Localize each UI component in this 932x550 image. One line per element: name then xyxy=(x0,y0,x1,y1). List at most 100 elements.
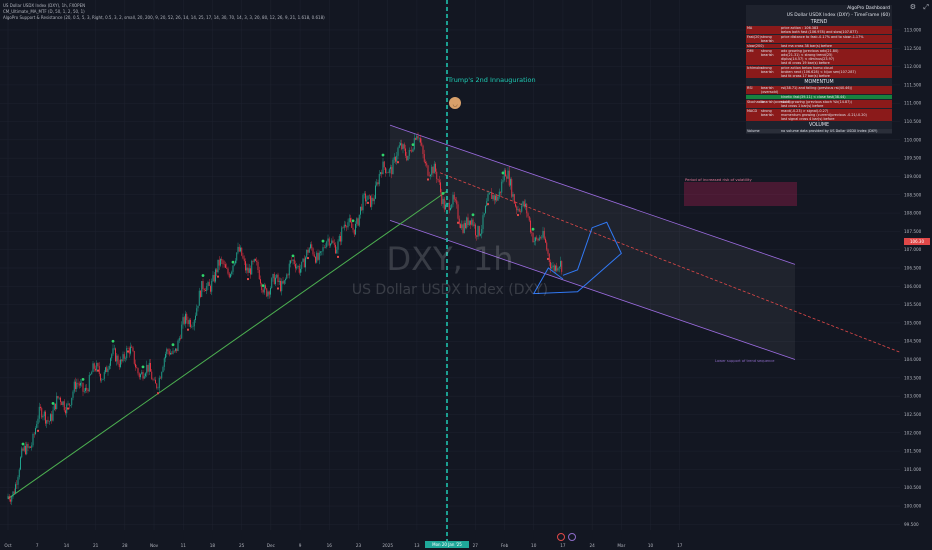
candle-body xyxy=(80,382,81,386)
candle-body xyxy=(528,216,530,221)
candle-body xyxy=(168,351,170,355)
candle-body xyxy=(65,410,66,414)
dashboard-cell: strong bearish xyxy=(761,66,774,74)
candle-body xyxy=(461,224,463,229)
candle-body xyxy=(172,350,174,354)
candle-body xyxy=(90,374,91,375)
time-tick-label: 10 xyxy=(531,543,537,548)
dashboard-cell: kinetic fast(39.11) < close fast(38.44) xyxy=(781,95,846,99)
candle-body xyxy=(148,362,150,372)
candle-body xyxy=(523,201,525,207)
candle-body xyxy=(32,433,34,446)
dashboard-title: AlgoPro Dashboard xyxy=(746,5,892,12)
candle-body xyxy=(521,205,523,212)
candle-body xyxy=(400,143,401,146)
candle-body xyxy=(17,477,19,485)
candle-body xyxy=(193,320,195,327)
candle-body xyxy=(27,443,29,448)
indicator-sr[interactable]: AlgoPro Support & Resistance (20, 0.5, 5… xyxy=(3,15,325,21)
candle-body xyxy=(343,224,345,228)
candle-body xyxy=(181,324,183,339)
candle-body xyxy=(20,457,21,470)
candle-body xyxy=(38,406,40,419)
dashboard-subtitle: US Dollar USDX Index (DXY) - TimeFrame (… xyxy=(746,12,892,19)
dashboard-cell: stoch growing (previous stoch %k(14.87))… xyxy=(781,100,852,108)
candle-body xyxy=(77,382,79,384)
dashboard-cell: macd(-0.23) > signal(-0.27) momentum gro… xyxy=(781,109,867,121)
replay-icon[interactable] xyxy=(557,533,565,541)
price-tick-label: 100.500 xyxy=(904,485,922,490)
candle-body xyxy=(495,195,496,201)
candle-body xyxy=(88,374,90,392)
candle-body xyxy=(175,348,176,351)
price-tick-label: 108.500 xyxy=(904,192,922,197)
fullscreen-icon[interactable]: ⤢ xyxy=(923,3,929,12)
pivot-low-marker xyxy=(367,201,369,204)
candle-body xyxy=(463,223,465,233)
time-tick-label: 27 xyxy=(473,543,479,548)
candle-body xyxy=(21,448,23,458)
time-tick-label: 17 xyxy=(677,543,683,548)
candle-body xyxy=(348,218,350,223)
candle-body xyxy=(516,206,518,211)
pivot-high-marker xyxy=(441,192,445,195)
candle-body xyxy=(452,194,454,205)
candle-body xyxy=(101,379,103,381)
candle-body xyxy=(155,379,156,384)
candle-body xyxy=(456,200,458,205)
candle-body xyxy=(131,346,133,348)
candle-body xyxy=(372,197,374,202)
candle-body xyxy=(356,218,358,224)
candle-body xyxy=(492,195,494,199)
candle-body xyxy=(388,169,390,174)
candle-body xyxy=(158,377,160,388)
time-tick-label: Oct xyxy=(4,543,12,548)
time-tick-label: Dec xyxy=(267,543,276,548)
candle-body xyxy=(115,348,116,362)
inauguration-label: Trump's 2nd Innauguration xyxy=(447,76,536,84)
candle-body xyxy=(40,406,41,409)
candle-body xyxy=(18,469,20,478)
price-tick-label: 103.000 xyxy=(904,394,922,399)
candle-body xyxy=(467,217,469,226)
time-tick-label: 17 xyxy=(560,543,566,548)
candle-body xyxy=(382,161,384,175)
candle-body xyxy=(531,232,533,233)
dashboard-cell: Ichimoku xyxy=(747,66,763,70)
candle-body xyxy=(103,372,105,379)
candle-body xyxy=(393,157,395,160)
dashboard-cell: Volume xyxy=(747,129,760,133)
candle-body xyxy=(481,229,483,235)
marker-icon[interactable] xyxy=(568,533,576,541)
candle-body xyxy=(166,349,168,355)
candle-body xyxy=(140,374,141,378)
candle-body xyxy=(470,220,471,225)
dashboard-cell: last ma cross 38 bar(s) before xyxy=(781,44,832,48)
price-tick-label: 104.000 xyxy=(904,357,922,362)
dashboard-row: Fast(20) strong bearish price distance to … xyxy=(746,35,892,43)
price-tick-label: 105.000 xyxy=(904,320,922,325)
price-tick-label: 109.500 xyxy=(904,156,922,161)
candle-body xyxy=(96,362,98,371)
pivot-low-marker xyxy=(397,161,399,164)
candle-body xyxy=(123,354,125,359)
candle-body xyxy=(192,326,194,327)
candle-body xyxy=(507,170,509,179)
dashboard-cell: bearish(oversold) xyxy=(761,100,791,104)
candle-body xyxy=(52,410,54,421)
candle-body xyxy=(438,180,440,183)
candle-body xyxy=(497,196,499,201)
candle-body xyxy=(526,203,528,214)
current-price-tag: 106.30 xyxy=(904,238,930,245)
candle-body xyxy=(476,235,478,237)
time-tick-label: 24 xyxy=(589,543,595,548)
settings-icon[interactable]: ⚙ xyxy=(910,3,916,11)
candle-body xyxy=(45,411,46,424)
candle-body xyxy=(362,194,364,211)
candle-body xyxy=(61,401,63,406)
pivot-low-marker xyxy=(247,278,249,281)
candle-body xyxy=(136,367,138,369)
candle-body xyxy=(375,185,376,199)
pivot-low-marker xyxy=(97,369,99,372)
candle-body xyxy=(141,372,143,375)
